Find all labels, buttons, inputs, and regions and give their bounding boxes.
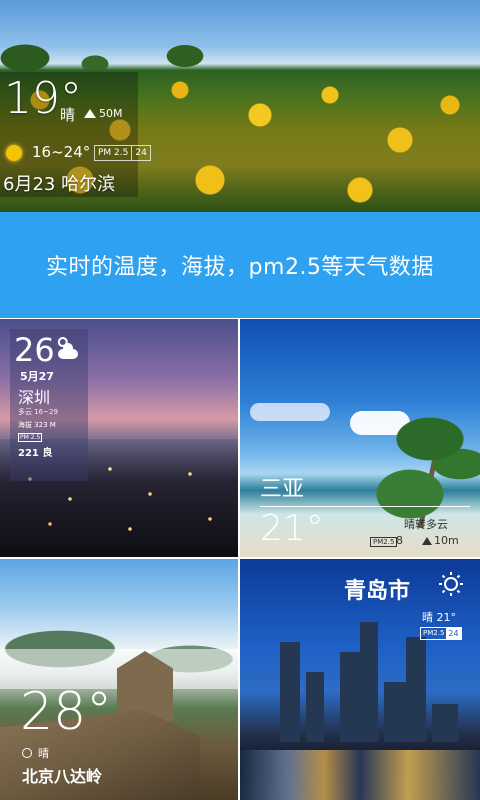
sun-icon	[6, 145, 22, 161]
palm-trees	[370, 399, 480, 519]
tile-city: 深圳	[18, 388, 51, 407]
feature-banner-text: 实时的温度，海拔，pm2.5等天气数据	[46, 255, 434, 280]
skyline-building	[406, 637, 426, 742]
tile-condition: 晴	[38, 747, 49, 760]
tile-temperature: 21°	[260, 508, 324, 549]
skyline-building	[360, 622, 378, 742]
tile-pm-badge: PM2.5 24	[420, 627, 462, 640]
weather-tile-shenzhen[interactable]: 26° 5月27 深圳 多云 16~29 海拔 323 M PM 2.5 221…	[0, 319, 238, 557]
tile-altitude: 海拔 323 M	[18, 420, 56, 430]
hero-pm-value: 24	[131, 146, 149, 160]
tile-pm-label: PM2.5	[370, 537, 398, 547]
tile-pm-value: 8	[396, 534, 403, 547]
hero-pm-label: PM 2.5	[98, 148, 129, 158]
hero-altitude-value: 50M	[99, 107, 123, 120]
tile-condition: 晴 21°	[422, 611, 456, 624]
tile-city: 青岛市	[344, 579, 411, 604]
tile-range-line: 多云 16~29	[18, 408, 58, 416]
hero-temp-range: 16~24°	[32, 143, 91, 161]
skyline-building	[306, 672, 324, 742]
weather-tile-badaling[interactable]: 28° 晴 北京八达岭	[0, 559, 238, 800]
tile-altitude-text: 海拔 323 M	[18, 421, 56, 429]
hero-condition: 晴	[60, 106, 76, 124]
tile-pm-value: 24	[446, 628, 461, 639]
divider	[260, 506, 470, 507]
tile-condition: 晴转多云	[404, 518, 448, 531]
skyline-building	[432, 704, 458, 742]
tile-pm-label: PM2.5	[423, 629, 445, 637]
sun-outline-icon	[439, 572, 463, 596]
hero-date-city: 6月23 哈尔滨	[3, 174, 116, 195]
skyline-building	[384, 682, 408, 742]
mountain-icon	[84, 109, 96, 118]
hero-altitude: 50M	[84, 107, 123, 120]
sky-cloud	[250, 403, 330, 421]
tile-city: 北京八达岭	[22, 767, 103, 786]
tile-altitude: 10m	[422, 534, 459, 547]
tile-aqi: 221 良	[18, 448, 53, 459]
tile-condition-row: 晴	[22, 745, 49, 761]
hero-weather-card[interactable]: 19° 晴 50M 16~24° PM 2.5 24 6月23 哈尔滨	[0, 0, 480, 212]
tile-altitude-value: 10m	[434, 534, 459, 547]
skyline-building	[340, 652, 362, 742]
hero-pm-badge: PM 2.5 24	[94, 145, 151, 161]
weather-tile-qingdao[interactable]: 青岛市 晴 21° PM2.5 24	[240, 559, 480, 800]
water-reflection	[240, 750, 480, 800]
skyline-building	[280, 642, 300, 742]
feature-banner: 实时的温度，海拔，pm2.5等天气数据	[0, 212, 480, 318]
weather-tile-sanya[interactable]: 三亚 21° 晴转多云 PM2.5 8 10m	[240, 319, 480, 557]
tile-pm-label: PM 2.5	[18, 433, 43, 442]
cloud-icon	[58, 343, 78, 359]
hero-background-trees	[0, 28, 480, 72]
sun-outline-icon	[22, 748, 32, 758]
tile-city: 三亚	[260, 477, 305, 502]
tile-temperature: 28°	[20, 682, 113, 742]
tile-date: 5月27	[20, 370, 54, 383]
mountain-icon	[422, 536, 432, 545]
